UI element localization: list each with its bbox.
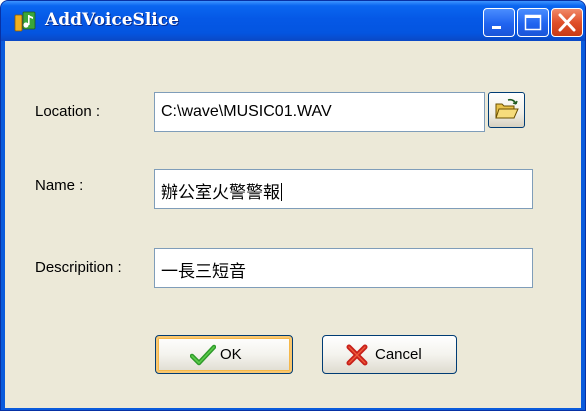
cancel-label: Cancel	[375, 346, 422, 363]
description-value: 一長三短音	[161, 262, 246, 282]
minimize-icon	[492, 26, 501, 29]
dialog-body: Location : C:\wave\MUSIC01.WAV Name : 辦公…	[5, 41, 581, 408]
minimize-button[interactable]	[483, 8, 515, 37]
dialog-window: AddVoiceSlice Location : C:\wave\MUSIC01…	[0, 0, 586, 411]
location-label: Location :	[35, 103, 101, 120]
description-label: Descripition :	[35, 259, 122, 276]
ok-button[interactable]: OK	[155, 335, 293, 374]
window-title: AddVoiceSlice	[45, 10, 179, 30]
location-input[interactable]: C:\wave\MUSIC01.WAV	[154, 92, 485, 132]
cancel-button[interactable]: Cancel	[322, 335, 457, 374]
description-input[interactable]: 一長三短音	[154, 248, 533, 288]
name-label: Name :	[35, 177, 84, 194]
red-x-icon	[345, 344, 369, 370]
name-input[interactable]: 辦公室火警警報	[154, 169, 533, 209]
close-button[interactable]	[551, 8, 583, 37]
open-folder-icon	[495, 98, 519, 119]
maximize-icon	[524, 14, 542, 31]
location-value: C:\wave\MUSIC01.WAV	[161, 103, 332, 120]
text-caret	[281, 183, 282, 201]
browse-folder-button[interactable]	[488, 92, 525, 128]
close-icon	[558, 13, 576, 32]
title-bar[interactable]: AddVoiceSlice	[1, 1, 585, 41]
maximize-button[interactable]	[517, 8, 549, 37]
music-note-app-icon	[13, 9, 37, 33]
checkmark-icon	[189, 344, 217, 370]
name-value: 辦公室火警警報	[161, 183, 280, 203]
ok-label: OK	[220, 346, 242, 363]
